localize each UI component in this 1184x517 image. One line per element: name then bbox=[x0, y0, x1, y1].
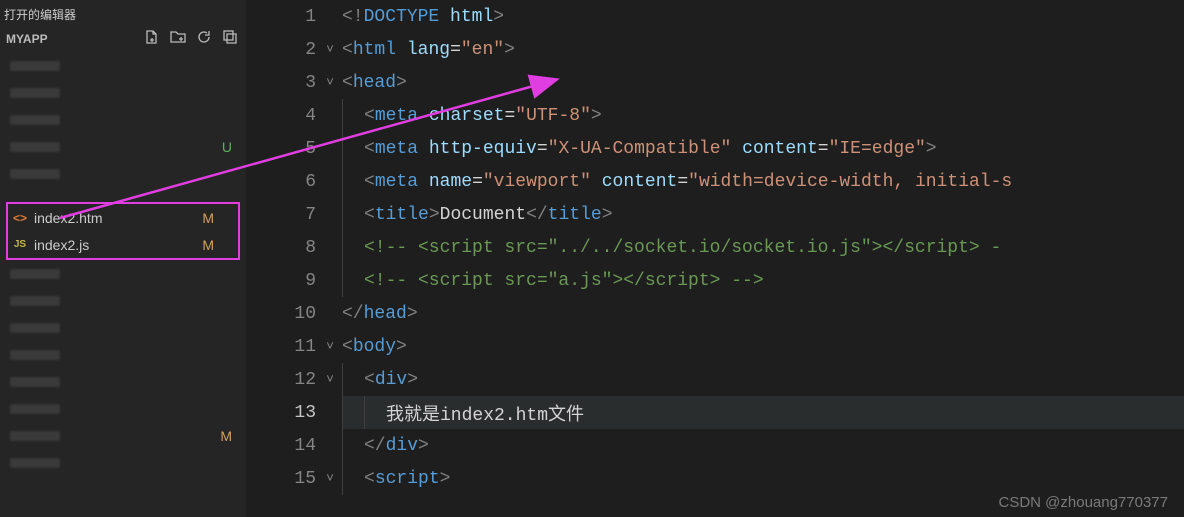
code-line[interactable]: <meta name="viewport" content="width=dev… bbox=[342, 165, 1184, 198]
fold-icon[interactable]: ˅ bbox=[322, 75, 338, 90]
line-number: 2 bbox=[246, 40, 322, 60]
code-line[interactable]: <!-- <script src="../../socket.io/socket… bbox=[342, 231, 1184, 264]
project-header[interactable]: MYAPP bbox=[0, 27, 246, 52]
file-tree-item[interactable]: M bbox=[0, 422, 246, 449]
line-number: 14 bbox=[246, 436, 322, 456]
file-tree-item[interactable] bbox=[0, 314, 246, 341]
open-editors-header[interactable]: 打开的编辑器 bbox=[0, 0, 246, 27]
line-number: 1 bbox=[246, 7, 322, 27]
file-tree-item[interactable] bbox=[0, 160, 246, 187]
new-file-icon[interactable] bbox=[144, 29, 160, 48]
fold-icon[interactable]: ˅ bbox=[322, 471, 338, 486]
file-tree-item[interactable] bbox=[0, 341, 246, 368]
fold-icon[interactable]: ˅ bbox=[322, 339, 338, 354]
file-tree-item[interactable] bbox=[0, 106, 246, 133]
line-number: 5 bbox=[246, 139, 322, 159]
file-tree-item[interactable] bbox=[0, 449, 246, 476]
code-line[interactable]: <!-- <script src="a.js"></script> --> bbox=[342, 264, 1184, 297]
highlighted-file-box: <> index2.htm M JS index2.js M bbox=[6, 202, 240, 260]
line-number: 6 bbox=[246, 172, 322, 192]
new-folder-icon[interactable] bbox=[170, 29, 186, 48]
file-tree-item[interactable] bbox=[0, 52, 246, 79]
code-line[interactable]: <div> bbox=[342, 363, 1184, 396]
code-line[interactable]: <head> bbox=[342, 66, 1184, 99]
file-tree-item[interactable]: U bbox=[0, 133, 246, 160]
file-tree-item[interactable] bbox=[0, 287, 246, 314]
code-line[interactable]: </head> bbox=[342, 297, 1184, 330]
file-tree-item[interactable] bbox=[0, 260, 246, 287]
watermark: CSDN @zhouang770377 bbox=[998, 494, 1168, 511]
line-number: 12 bbox=[246, 370, 322, 390]
code-line[interactable]: <meta charset="UTF-8"> bbox=[342, 99, 1184, 132]
refresh-icon[interactable] bbox=[196, 29, 212, 48]
line-number: 4 bbox=[246, 106, 322, 126]
fold-icon[interactable]: ˅ bbox=[322, 42, 338, 57]
code-line[interactable]: <html lang="en"> bbox=[342, 33, 1184, 66]
file-type-icon: JS bbox=[12, 237, 28, 253]
file-tree-item[interactable] bbox=[0, 368, 246, 395]
line-number: 9 bbox=[246, 271, 322, 291]
line-number: 15 bbox=[246, 469, 322, 489]
gutter: 12˅3˅4567891011˅12˅131415˅ bbox=[246, 0, 342, 517]
code-line[interactable]: <!DOCTYPE html> bbox=[342, 0, 1184, 33]
code-line[interactable]: <body> bbox=[342, 330, 1184, 363]
file-name: index2.htm bbox=[34, 210, 102, 226]
code-editor[interactable]: 12˅3˅4567891011˅12˅131415˅ <!DOCTYPE htm… bbox=[246, 0, 1184, 517]
file-name: index2.js bbox=[34, 237, 89, 253]
line-number: 10 bbox=[246, 304, 322, 324]
line-number: 7 bbox=[246, 205, 322, 225]
code-area[interactable]: <!DOCTYPE html><html lang="en"><head><me… bbox=[342, 0, 1184, 495]
line-number: 13 bbox=[246, 403, 322, 423]
file-tree-item[interactable] bbox=[0, 79, 246, 106]
code-line[interactable]: </div> bbox=[342, 429, 1184, 462]
code-line[interactable]: <script> bbox=[342, 462, 1184, 495]
explorer-actions bbox=[144, 29, 238, 48]
line-number: 11 bbox=[246, 337, 322, 357]
file-type-icon: <> bbox=[12, 210, 28, 226]
code-line[interactable]: <meta http-equiv="X-UA-Compatible" conte… bbox=[342, 132, 1184, 165]
blur-area-top: U bbox=[0, 52, 246, 187]
blur-area-bottom: M bbox=[0, 260, 246, 476]
fold-icon[interactable]: ˅ bbox=[322, 372, 338, 387]
file-tree-item[interactable] bbox=[0, 395, 246, 422]
code-line[interactable]: <title>Document</title> bbox=[342, 198, 1184, 231]
line-number: 8 bbox=[246, 238, 322, 258]
sidebar: 打开的编辑器 MYAPP U <> index2.htm M JS index2.js M… bbox=[0, 0, 246, 517]
file-tree-item[interactable]: <> index2.htm M bbox=[8, 204, 238, 231]
line-number: 3 bbox=[246, 73, 322, 93]
code-line[interactable]: 我就是index2.htm文件 bbox=[342, 396, 1184, 429]
git-status-badge: M bbox=[202, 210, 214, 226]
git-status-badge: M bbox=[202, 237, 214, 253]
project-label: MYAPP bbox=[6, 32, 48, 46]
collapse-icon[interactable] bbox=[222, 29, 238, 48]
file-tree-item[interactable]: JS index2.js M bbox=[8, 231, 238, 258]
